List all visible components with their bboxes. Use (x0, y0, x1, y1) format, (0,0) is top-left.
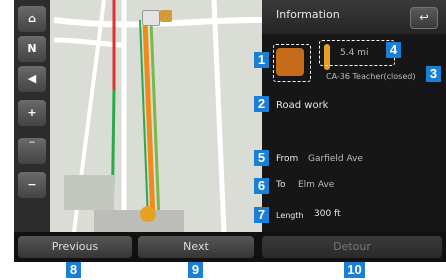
zoom-out-icon: − (27, 178, 37, 191)
next-button[interactable]: Next (138, 236, 254, 258)
home-button[interactable]: ⌂ (18, 6, 46, 32)
volume-icon: ◀ (27, 72, 37, 85)
map-marker-icon (142, 10, 160, 26)
navigation-screen: ⌂ N ◀ + — − Information ↩ 5.4 mi CA-36 T… (14, 0, 446, 262)
north-up-button[interactable]: N (18, 36, 46, 62)
callout-7: 7 (254, 207, 269, 223)
callout-6: 6 (254, 178, 269, 194)
detour-button[interactable]: Detour (262, 236, 442, 258)
maneuver-outline (273, 44, 311, 82)
from-label: From (276, 154, 299, 164)
road-name: CA-36 Teacher(closed) (326, 72, 416, 81)
previous-label: Previous (51, 240, 99, 253)
to-value: Elm Ave (298, 180, 335, 190)
callout-8: 8 (66, 262, 81, 278)
callout-2: 2 (254, 96, 269, 112)
next-label: Next (183, 240, 209, 253)
callout-1: 1 (254, 52, 269, 68)
panel-title: Information (276, 8, 340, 21)
map-view[interactable]: ⌂ N ◀ + — − (14, 0, 262, 232)
callout-10: 10 (344, 262, 365, 278)
distance-outline (319, 40, 395, 66)
detour-label: Detour (333, 240, 371, 253)
callout-4: 4 (386, 42, 401, 58)
from-value: Garfield Ave (308, 154, 363, 164)
bottom-toolbar: Previous Next Detour (14, 232, 446, 262)
length-label: Length (276, 211, 304, 220)
previous-button[interactable]: Previous (18, 236, 132, 258)
back-icon: ↩ (419, 11, 429, 24)
callout-9: 9 (188, 262, 203, 278)
north-label: N (27, 42, 37, 55)
warning-marker-icon (140, 206, 156, 222)
event-type: Road work (276, 100, 329, 111)
to-label: To (276, 180, 286, 190)
information-panel: Information ↩ 5.4 mi CA-36 Teacher(close… (262, 0, 446, 232)
map-side-toolbar: ⌂ N ◀ + — − (14, 0, 50, 232)
zoom-out-button[interactable]: − (18, 172, 46, 198)
home-icon: ⌂ (28, 12, 36, 25)
length-value: 300 ft (314, 209, 341, 219)
volume-button[interactable]: ◀ (18, 66, 46, 92)
zoom-in-icon: + (27, 106, 37, 119)
back-button[interactable]: ↩ (410, 7, 438, 29)
zoom-in-button[interactable]: + (18, 100, 46, 126)
scale-label: — (29, 139, 35, 146)
scale-indicator: — (18, 138, 46, 164)
map-graphics (53, 0, 262, 232)
info-header: Information ↩ (262, 0, 446, 34)
flag-icon (160, 10, 172, 22)
callout-5: 5 (254, 150, 269, 166)
callout-3: 3 (426, 66, 441, 82)
